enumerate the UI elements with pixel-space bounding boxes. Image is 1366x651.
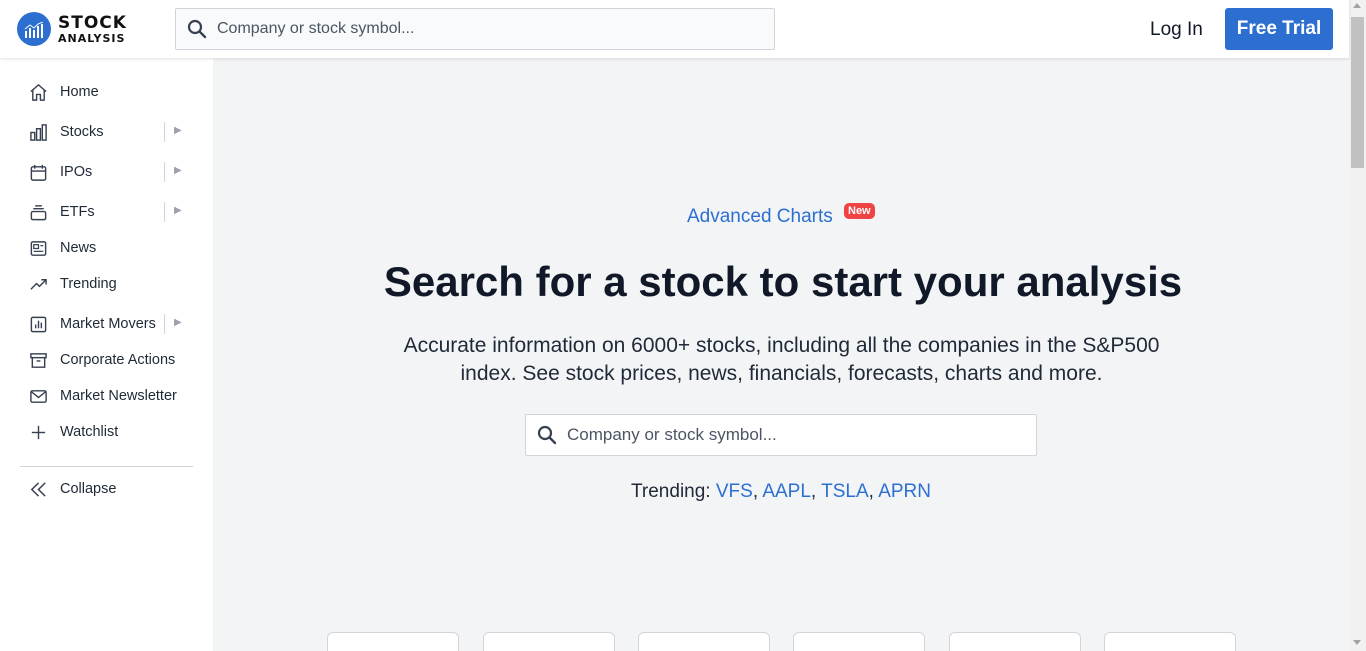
sidebar-item-label: Watchlist [60, 424, 119, 440]
header-search-box[interactable] [175, 8, 775, 50]
free-trial-button[interactable]: Free Trial [1225, 8, 1333, 50]
sidebar: Home Stocks ▶ IPOs ▶ ETFs ▶ News Trendin… [0, 58, 213, 651]
sidebar-item-market-movers[interactable]: Market Movers ▶ [20, 308, 200, 340]
search-icon [537, 425, 557, 445]
sidebar-item-trending[interactable]: Trending [20, 268, 200, 300]
feature-card[interactable] [638, 632, 770, 651]
logo-text-line2: ANALYSIS [58, 31, 126, 45]
sidebar-item-label: Stocks [60, 124, 104, 140]
mail-icon [28, 386, 48, 406]
trending-label: Trending: [631, 481, 711, 502]
advanced-charts-link[interactable]: Advanced Charts [687, 206, 833, 228]
trending-symbol-link[interactable]: APRN [878, 481, 931, 502]
feature-card[interactable] [949, 632, 1081, 651]
feature-card[interactable] [1104, 632, 1236, 651]
trending-symbol-link[interactable]: TSLA [821, 481, 869, 502]
page-description: Accurate information on 6000+ stocks, in… [403, 334, 1160, 385]
scroll-up-arrow-icon[interactable] [1353, 3, 1361, 8]
sidebar-item-label: News [60, 240, 97, 256]
sidebar-item-label: Market Movers [60, 316, 156, 332]
sidebar-divider [20, 466, 193, 467]
sidebar-item-watchlist[interactable]: Watchlist [20, 416, 200, 448]
feature-card[interactable] [327, 632, 459, 651]
login-link[interactable]: Log In [1150, 19, 1203, 41]
sidebar-item-label: ETFs [60, 204, 95, 220]
logo-text-line1: STOCK [58, 12, 127, 33]
main-search-input[interactable] [567, 425, 1027, 445]
sidebar-item-label: IPOs [60, 164, 93, 180]
calendar-icon [28, 162, 48, 182]
scroll-down-arrow-icon[interactable] [1353, 640, 1361, 645]
sidebar-item-label: Trending [60, 276, 117, 292]
top-header: STOCK ANALYSIS Log In Free Trial [0, 0, 1349, 58]
home-icon [28, 82, 48, 102]
page-headline: Search for a stock to start your analysi… [383, 258, 1183, 305]
double-chevron-left-icon [28, 479, 48, 499]
chart-box-icon [28, 314, 48, 334]
feature-card[interactable] [793, 632, 925, 651]
stock-analysis-logo[interactable]: STOCK ANALYSIS [17, 12, 127, 46]
trending-symbol-link[interactable]: AAPL [762, 481, 811, 502]
new-badge: New [844, 203, 875, 219]
sidebar-item-etfs[interactable]: ETFs ▶ [20, 196, 200, 228]
bar-chart-icon [28, 122, 48, 142]
sidebar-item-home[interactable]: Home [20, 76, 200, 108]
scrollbar-thumb[interactable] [1351, 17, 1364, 168]
newspaper-icon [28, 238, 48, 258]
stack-icon [28, 202, 48, 222]
header-search-input[interactable] [217, 20, 757, 38]
sidebar-item-label: Home [60, 84, 99, 100]
page-scrollbar[interactable] [1349, 0, 1366, 651]
expand-arrow-icon[interactable]: ▶ [174, 205, 182, 216]
archive-icon [28, 350, 48, 370]
expand-arrow-icon[interactable]: ▶ [174, 165, 182, 176]
sidebar-item-corporate-actions[interactable]: Corporate Actions [20, 344, 200, 376]
divider [164, 162, 165, 182]
expand-arrow-icon[interactable]: ▶ [174, 317, 182, 328]
main-search-box[interactable] [525, 414, 1037, 456]
divider [164, 314, 165, 334]
collapse-button[interactable]: Collapse [20, 473, 200, 505]
trending-row: Trending: VFS, AAPL, TSLA, APRN [631, 481, 931, 502]
trending-symbol-link[interactable]: VFS [716, 481, 753, 502]
sidebar-item-market-newsletter[interactable]: Market Newsletter [20, 380, 200, 412]
feature-card[interactable] [483, 632, 615, 651]
sidebar-item-ipos[interactable]: IPOs ▶ [20, 156, 200, 188]
logo-chart-icon [17, 12, 51, 46]
trending-icon [28, 274, 48, 294]
sidebar-item-label: Market Newsletter [60, 388, 177, 404]
expand-arrow-icon[interactable]: ▶ [174, 125, 182, 136]
divider [164, 122, 165, 142]
sidebar-item-news[interactable]: News [20, 232, 200, 264]
collapse-label: Collapse [60, 481, 117, 497]
sidebar-item-stocks[interactable]: Stocks ▶ [20, 116, 200, 148]
search-icon [187, 19, 207, 39]
sidebar-item-label: Corporate Actions [60, 352, 176, 368]
divider [164, 202, 165, 222]
plus-icon [28, 422, 48, 442]
